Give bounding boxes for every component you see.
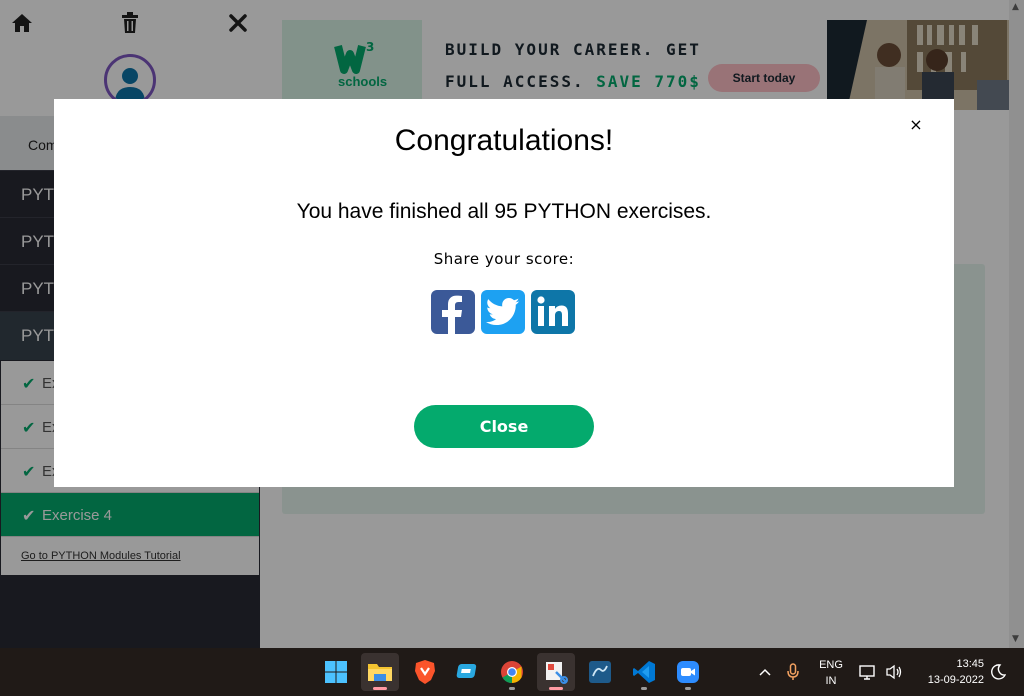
system-clock[interactable]: 13:45 13-09-2022 — [908, 656, 984, 688]
mysql-workbench-icon[interactable] — [581, 653, 619, 691]
microphone-icon[interactable] — [784, 648, 802, 696]
chevron-up-icon[interactable] — [756, 648, 774, 696]
language-indicator[interactable]: ENG IN — [812, 657, 850, 689]
windows-start-icon[interactable] — [317, 653, 355, 691]
clock-date: 13-09-2022 — [927, 674, 984, 686]
app-icon[interactable] — [449, 653, 487, 691]
region-code: IN — [825, 675, 837, 687]
vscode-icon[interactable] — [625, 653, 663, 691]
modal-message: You have finished all 95 PYTHON exercise… — [296, 200, 712, 223]
facebook-icon[interactable] — [431, 290, 475, 334]
running-indicator — [641, 687, 647, 690]
running-indicator — [509, 687, 515, 690]
running-indicator — [685, 687, 691, 690]
language-code: ENG — [819, 659, 843, 671]
network-icon[interactable] — [858, 648, 878, 696]
share-label: Share your score: — [433, 250, 575, 268]
snipping-tool-icon[interactable] — [537, 653, 575, 691]
focus-assist-icon[interactable] — [988, 648, 1008, 696]
active-indicator — [549, 687, 563, 690]
active-indicator — [373, 687, 387, 690]
file-explorer-icon[interactable] — [361, 653, 399, 691]
close-button[interactable]: Close — [414, 405, 594, 448]
chrome-icon[interactable] — [493, 653, 531, 691]
zoom-icon[interactable] — [669, 653, 707, 691]
modal-title: Congratulations! — [394, 124, 614, 157]
clock-time: 13:45 — [956, 658, 984, 670]
taskbar: ENG IN 13:45 13-09-2022 — [0, 648, 1024, 696]
volume-icon[interactable] — [884, 648, 904, 696]
congrats-modal: × Congratulations! You have finished all… — [54, 99, 954, 487]
linkedin-icon[interactable] — [531, 290, 575, 334]
twitter-icon[interactable] — [481, 290, 525, 334]
brave-browser-icon[interactable] — [406, 653, 444, 691]
